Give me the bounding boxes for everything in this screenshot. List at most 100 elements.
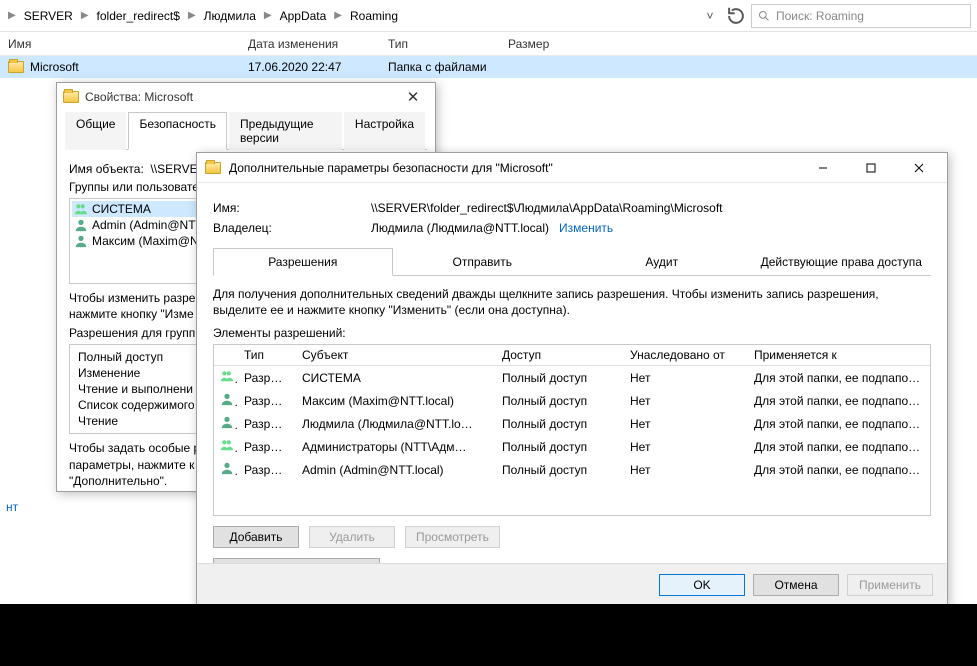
change-owner-link[interactable]: Изменить xyxy=(559,221,613,235)
column-headers[interactable]: Имя Дата изменения Тип Размер xyxy=(0,32,977,56)
user-icon xyxy=(220,461,234,475)
cell-applies: Для этой папки, ее подпапок … xyxy=(748,368,930,388)
cell-subject: Максим (Maxim@NTT.local) xyxy=(296,391,496,411)
cell-subject: Людмила (Людмила@NTT.lo… xyxy=(296,414,496,434)
object-name-label: Имя объекта: xyxy=(69,162,144,176)
cancel-button[interactable]: Отмена xyxy=(753,574,839,596)
col-type[interactable]: Тип xyxy=(388,37,508,51)
folder-icon xyxy=(205,162,221,174)
tab-audit[interactable]: Аудит xyxy=(572,248,752,276)
table-row[interactable]: Разр…Администраторы (NTT\Адм…Полный дост… xyxy=(214,435,930,458)
file-row[interactable]: Microsoft 17.06.2020 22:47 Папка с файла… xyxy=(0,56,977,78)
sidebar-fragment[interactable]: нт xyxy=(6,500,18,514)
chevron-right-icon: ▶ xyxy=(332,10,344,21)
advanced-hint-2: параметры, нажмите к xyxy=(69,458,194,472)
cell-applies: Для этой папки, ее подпапок … xyxy=(748,414,930,434)
cell-type: Разр… xyxy=(238,368,296,388)
cell-inherited: Нет xyxy=(624,391,748,411)
crumb-2[interactable]: Людмила xyxy=(200,6,260,26)
cell-inherited: Нет xyxy=(624,368,748,388)
black-bar xyxy=(0,604,977,666)
search-placeholder: Поиск: Roaming xyxy=(776,9,864,23)
tab-effective-access[interactable]: Действующие права доступа xyxy=(752,248,932,276)
th-type[interactable]: Тип xyxy=(238,345,296,365)
th-access[interactable]: Доступ xyxy=(496,345,624,365)
dialog-titlebar[interactable]: Свойства: Microsoft ✕ xyxy=(57,83,435,111)
folder-icon xyxy=(8,61,24,73)
cell-type: Разр… xyxy=(238,391,296,411)
principal-name: Admin (Admin@NTT xyxy=(92,218,203,232)
table-header[interactable]: Тип Субъект Доступ Унаследовано от Приме… xyxy=(214,345,930,366)
dropdown-icon[interactable]: ˅ xyxy=(699,5,721,27)
tab-previous-versions[interactable]: Предыдущие версии xyxy=(229,112,342,150)
cell-access: Полный доступ xyxy=(496,414,624,434)
refresh-icon[interactable] xyxy=(725,5,747,27)
cell-type: Разр… xyxy=(238,437,296,457)
cell-type: Разр… xyxy=(238,414,296,434)
tab-customize[interactable]: Настройка xyxy=(344,112,425,150)
table-row[interactable]: Разр…Максим (Maxim@NTT.local)Полный дост… xyxy=(214,389,930,412)
cell-type: Разр… xyxy=(238,460,296,480)
col-date[interactable]: Дата изменения xyxy=(248,37,388,51)
cell-inherited: Нет xyxy=(624,460,748,480)
table-row[interactable]: Разр…Людмила (Людмила@NTT.lo…Полный дост… xyxy=(214,412,930,435)
dialog-titlebar[interactable]: Дополнительные параметры безопасности дл… xyxy=(197,153,947,183)
tab-security[interactable]: Безопасность xyxy=(128,112,227,150)
principal-name: СИСТЕМА xyxy=(92,202,151,216)
crumb-1[interactable]: folder_redirect$ xyxy=(93,6,184,26)
entries-label: Элементы разрешений: xyxy=(213,326,931,340)
chevron-right-icon: ▶ xyxy=(186,10,198,21)
close-icon[interactable]: ✕ xyxy=(397,88,429,106)
group-icon xyxy=(74,202,88,216)
user-icon xyxy=(220,415,234,429)
user-icon xyxy=(74,234,88,248)
cell-applies: Для этой папки, ее подпапок … xyxy=(748,437,930,457)
cell-access: Полный доступ xyxy=(496,368,624,388)
th-inherited[interactable]: Унаследовано от xyxy=(624,345,748,365)
crumb-4[interactable]: Roaming xyxy=(346,6,402,26)
principal-name: Максим (Maxim@N xyxy=(92,234,199,248)
search-icon xyxy=(758,10,770,22)
minimize-icon[interactable] xyxy=(803,154,843,182)
cell-inherited: Нет xyxy=(624,414,748,434)
permission-entries-table[interactable]: Тип Субъект Доступ Унаследовано от Приме… xyxy=(213,344,931,516)
table-row[interactable]: Разр…СИСТЕМАПолный доступНетДля этой пап… xyxy=(214,366,930,389)
th-subject[interactable]: Субъект xyxy=(296,345,496,365)
owner-label: Владелец: xyxy=(213,221,353,235)
chevron-right-icon: ▶ xyxy=(6,10,18,21)
maximize-icon[interactable] xyxy=(851,154,891,182)
chevron-right-icon: ▶ xyxy=(79,10,91,21)
remove-button: Удалить xyxy=(309,526,395,548)
tab-general[interactable]: Общие xyxy=(65,112,126,150)
advanced-tabs: Разрешения Отправить Аудит Действующие п… xyxy=(213,247,931,276)
view-button: Просмотреть xyxy=(405,526,500,548)
file-type: Папка с файлами xyxy=(388,60,508,74)
crumb-0[interactable]: SERVER xyxy=(20,6,77,26)
tab-permissions[interactable]: Разрешения xyxy=(213,248,393,276)
table-row[interactable]: Разр…Admin (Admin@NTT.local)Полный досту… xyxy=(214,458,930,481)
crumb-3[interactable]: AppData xyxy=(276,6,331,26)
tab-share[interactable]: Отправить xyxy=(393,248,573,276)
th-applies[interactable]: Применяется к xyxy=(748,345,930,365)
close-icon[interactable] xyxy=(899,154,939,182)
file-list: Microsoft 17.06.2020 22:47 Папка с файла… xyxy=(0,56,977,78)
address-bar: ▶ SERVER ▶ folder_redirect$ ▶ Людмила ▶ … xyxy=(0,0,977,32)
cell-applies: Для этой папки, ее подпапок … xyxy=(748,391,930,411)
advanced-hint-3: "Дополнительно". xyxy=(69,474,167,488)
name-label: Имя: xyxy=(213,201,353,215)
add-button[interactable]: Добавить xyxy=(213,526,299,548)
search-input[interactable]: Поиск: Roaming xyxy=(751,4,971,28)
name-value: \\SERVER\folder_redirect$\Людмила\AppDat… xyxy=(371,201,723,215)
file-name: Microsoft xyxy=(30,60,79,74)
dialog-title: Дополнительные параметры безопасности дл… xyxy=(229,161,795,175)
col-name[interactable]: Имя xyxy=(0,37,248,51)
user-icon xyxy=(74,218,88,232)
col-size[interactable]: Размер xyxy=(508,37,588,51)
ok-button[interactable]: OK xyxy=(659,574,745,596)
properties-tabs: Общие Безопасность Предыдущие версии Нас… xyxy=(65,111,427,150)
cell-inherited: Нет xyxy=(624,437,748,457)
breadcrumb[interactable]: ▶ SERVER ▶ folder_redirect$ ▶ Людмила ▶ … xyxy=(6,6,695,26)
group-icon xyxy=(220,438,234,452)
cell-access: Полный доступ xyxy=(496,391,624,411)
group-icon xyxy=(220,369,234,383)
